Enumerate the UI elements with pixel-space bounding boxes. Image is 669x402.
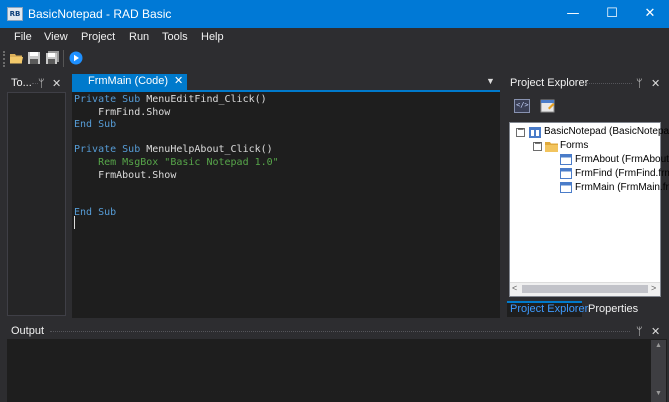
code-token: Private Sub xyxy=(74,144,147,156)
toolbar xyxy=(0,47,669,71)
code-line: FrmAbout.Show xyxy=(74,169,176,182)
window-title: BasicNotepad - RAD Basic xyxy=(28,7,172,21)
tree-item-project[interactable]: BasicNotepad (BasicNotepad xyxy=(544,126,669,137)
tree-item-frmfind[interactable]: FrmFind (FrmFind.frm) xyxy=(575,168,669,179)
scroll-up-icon[interactable]: ▲ xyxy=(655,342,662,349)
code-line: Rem MsgBox "Basic Notepad 1.0" xyxy=(74,156,279,169)
run-icon[interactable] xyxy=(69,51,84,65)
view-code-label: </> xyxy=(516,101,529,109)
tab-label: FrmMain (Code) xyxy=(88,75,169,87)
scroll-right-icon[interactable]: > xyxy=(651,283,656,293)
toolbar-separator xyxy=(63,50,64,67)
output-pin-icon[interactable]: ᛘ xyxy=(636,325,643,338)
tab-properties[interactable]: Properties xyxy=(588,303,638,315)
toolbox-close-icon[interactable]: ✕ xyxy=(52,77,61,90)
form-icon xyxy=(560,154,572,168)
code-line: End Sub xyxy=(74,206,116,219)
form-icon xyxy=(560,182,572,196)
output-body[interactable] xyxy=(7,339,667,402)
code-token: Rem MsgBox "Basic Notepad 1.0" xyxy=(74,157,279,168)
menu-help[interactable]: Help xyxy=(201,31,224,43)
menu-project[interactable]: Project xyxy=(81,31,115,43)
code-editor[interactable] xyxy=(72,90,500,318)
scroll-left-icon[interactable]: < xyxy=(512,283,517,293)
text-caret xyxy=(74,216,75,229)
code-line: FrmFind.Show xyxy=(74,106,170,119)
code-token: FrmAbout.Show xyxy=(74,169,177,181)
menu-view[interactable]: View xyxy=(44,31,68,43)
save-icon[interactable] xyxy=(27,51,42,65)
code-token: FrmFind.Show xyxy=(74,106,171,118)
output-grip xyxy=(50,331,630,332)
project-explorer-title: Project Explorer xyxy=(510,77,589,89)
toolbar-grip[interactable] xyxy=(3,51,5,67)
close-button[interactable]: ✕ xyxy=(628,0,669,28)
tab-dropdown-icon[interactable]: ▼ xyxy=(486,76,495,86)
code-token: End Sub xyxy=(74,207,117,219)
pe-close-icon[interactable]: ✕ xyxy=(651,77,660,90)
menu-tools[interactable]: Tools xyxy=(162,31,188,43)
code-line: Private Sub MenuEditFind_Click() xyxy=(74,93,267,106)
code-line: End Sub xyxy=(74,118,116,131)
tree-item-frmabout[interactable]: FrmAbout (FrmAbout.f xyxy=(575,154,669,165)
output-title: Output xyxy=(11,325,45,337)
scroll-down-icon[interactable]: ▼ xyxy=(655,390,662,397)
save-all-icon[interactable] xyxy=(45,51,60,65)
minimize-button[interactable]: — xyxy=(551,0,595,28)
toolbox-body[interactable] xyxy=(7,92,66,316)
scrollbar-thumb[interactable] xyxy=(522,285,648,293)
pe-grip xyxy=(582,83,632,84)
view-object-icon[interactable] xyxy=(540,99,556,113)
code-token: End Sub xyxy=(74,119,117,131)
toolbox-pin-icon[interactable]: ᛘ xyxy=(38,77,45,90)
app-icon: RB xyxy=(7,7,23,21)
code-token: MenuHelpAbout_Click() xyxy=(146,144,273,156)
open-folder-icon[interactable] xyxy=(9,51,24,65)
code-token: MenuEditFind_Click() xyxy=(146,94,267,105)
tab-close-icon[interactable]: ✕ xyxy=(174,74,183,87)
tree-expander-forms-glyph: − xyxy=(534,139,542,149)
code-line: Private Sub MenuHelpAbout_Click() xyxy=(74,143,273,156)
folder-icon xyxy=(545,141,558,155)
toolbox-title: To... xyxy=(11,77,32,89)
menu-file[interactable]: File xyxy=(14,31,32,43)
tab-project-explorer-label: Project Explorer xyxy=(510,303,589,315)
tree-item-frmmain[interactable]: FrmMain (FrmMain.frm xyxy=(575,182,669,193)
form-icon xyxy=(560,168,572,182)
tree-item-forms[interactable]: Forms xyxy=(560,140,588,151)
output-close-icon[interactable]: ✕ xyxy=(651,325,660,338)
tree-expander-root-glyph: − xyxy=(517,125,525,135)
menu-run[interactable]: Run xyxy=(129,31,149,43)
code-token: Private Sub xyxy=(74,94,147,105)
pe-pin-icon[interactable]: ᛘ xyxy=(636,77,643,90)
